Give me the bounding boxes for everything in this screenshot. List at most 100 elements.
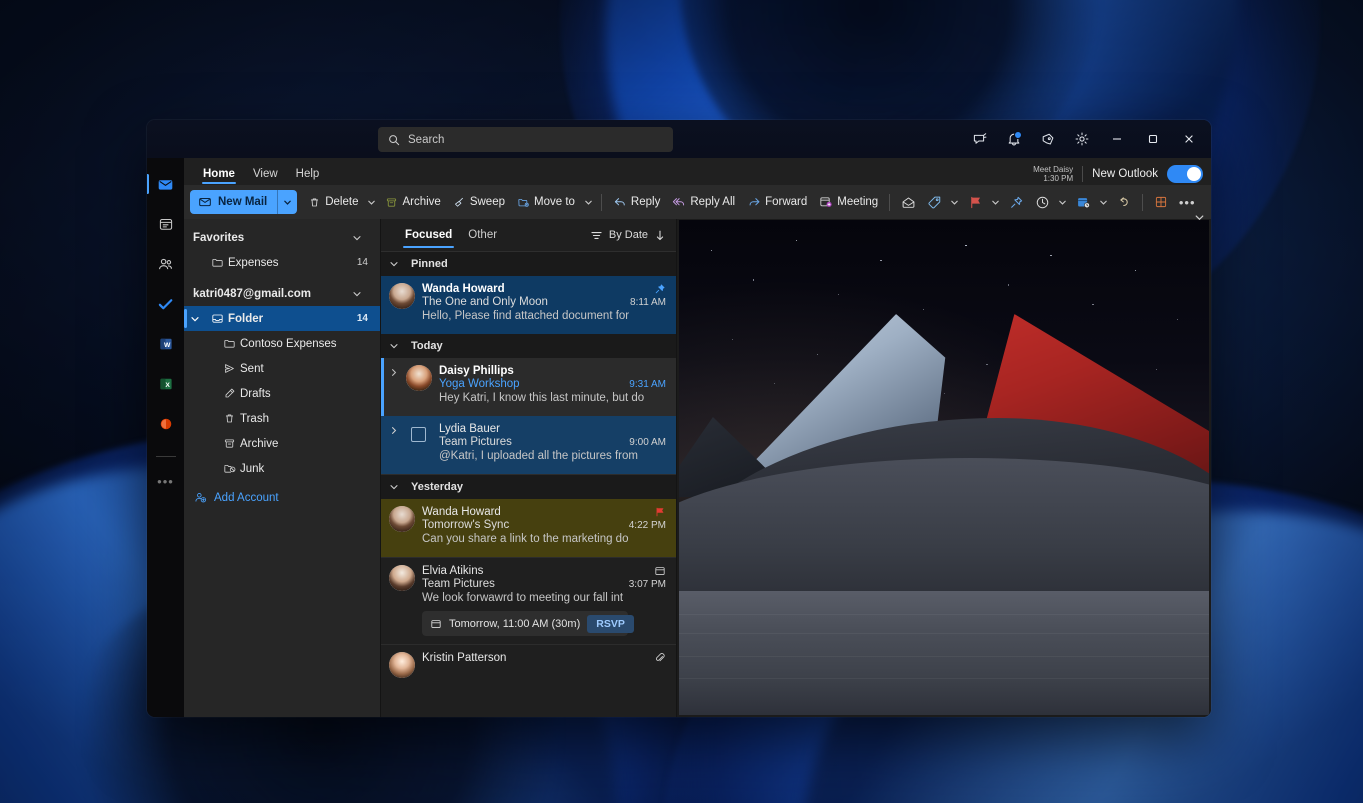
categorize-tag-icon[interactable] bbox=[922, 190, 946, 214]
meet-daisy-chip[interactable]: Meet Daisy 1:30 PM bbox=[1033, 165, 1073, 183]
group-chevron-down-icon[interactable] bbox=[389, 259, 403, 269]
tab-home[interactable]: Home bbox=[194, 168, 244, 185]
message-row-daisy-phillips-yoga[interactable]: Daisy Phillips Yoga Workshop 9:31 AM Hey… bbox=[381, 358, 676, 416]
rail-more-icon[interactable]: ••• bbox=[149, 465, 183, 497]
folder-item-trash[interactable]: Trash bbox=[184, 406, 380, 431]
settings-gear-icon[interactable] bbox=[1065, 124, 1099, 154]
pin-icon[interactable] bbox=[1004, 190, 1028, 214]
schedule-caret-icon[interactable] bbox=[1097, 198, 1110, 207]
message-row-elvia-atikins-team-pictures[interactable]: Elvia Atikins Team Pictures bbox=[381, 558, 676, 644]
archive-button[interactable]: Archive bbox=[380, 190, 445, 214]
sweep-button[interactable]: Sweep bbox=[448, 190, 510, 214]
rsvp-button[interactable]: RSVP bbox=[587, 615, 634, 633]
minimize-button[interactable] bbox=[1099, 123, 1135, 155]
message-select-checkbox[interactable] bbox=[411, 427, 426, 442]
folder-item-expenses[interactable]: Expenses 14 bbox=[184, 250, 380, 275]
group-header-today[interactable]: Today bbox=[381, 334, 676, 358]
flag-icon[interactable] bbox=[654, 506, 666, 518]
categorize-caret-icon[interactable] bbox=[948, 198, 961, 207]
notifications-bell-icon[interactable] bbox=[997, 124, 1031, 154]
snooze-clock-icon[interactable] bbox=[1030, 190, 1054, 214]
app-area: Home View Help Meet Daisy 1:30 PM New Ou… bbox=[184, 158, 1211, 717]
move-to-caret-icon[interactable] bbox=[582, 198, 595, 207]
message-row-wanda-howard-sync[interactable]: Wanda Howard Tomorrow's Sync bbox=[381, 499, 676, 557]
close-button[interactable] bbox=[1171, 123, 1207, 155]
apps-grid-icon[interactable] bbox=[1149, 190, 1173, 214]
reply-button[interactable]: Reply bbox=[608, 190, 665, 214]
favorites-chevron-down-icon[interactable] bbox=[346, 233, 368, 243]
snooze-caret-icon[interactable] bbox=[1056, 198, 1069, 207]
message-row-kristin-patterson[interactable]: Kristin Patterson bbox=[381, 645, 676, 678]
sort-descending-icon[interactable] bbox=[654, 229, 666, 242]
flag-icon[interactable] bbox=[963, 190, 987, 214]
rail-mail-icon[interactable] bbox=[149, 168, 183, 200]
rail-todo-icon[interactable] bbox=[149, 288, 183, 320]
move-to-button[interactable]: Move to bbox=[512, 190, 580, 214]
group-header-yesterday[interactable]: Yesterday bbox=[381, 475, 676, 499]
message-list[interactable]: Pinned Wanda Howard bbox=[381, 252, 676, 717]
folder-item-archive[interactable]: Archive bbox=[184, 431, 380, 456]
outlook-window: Search bbox=[147, 120, 1211, 717]
rail-calendar-icon[interactable] bbox=[149, 208, 183, 240]
more-options-icon[interactable]: ••• bbox=[1175, 190, 1199, 214]
meet-chip-time: 1:30 PM bbox=[1033, 174, 1073, 183]
sort-by-label[interactable]: By Date bbox=[609, 229, 648, 241]
rsvp-card[interactable]: Tomorrow, 11:00 AM (30m) RSVP bbox=[422, 611, 628, 636]
forward-button[interactable]: Forward bbox=[742, 190, 812, 214]
move-folder-icon bbox=[517, 196, 530, 209]
add-account-button[interactable]: Add Account bbox=[184, 481, 380, 504]
new-mail-button[interactable]: New Mail bbox=[190, 190, 297, 214]
folder-item-folder[interactable]: Folder 14 bbox=[184, 306, 380, 331]
rail-word-icon[interactable]: W bbox=[149, 328, 183, 360]
archive-label: Archive bbox=[402, 196, 440, 208]
thread-expander-chevron-right-icon[interactable] bbox=[389, 365, 399, 408]
thread-expander-chevron-right-icon[interactable] bbox=[389, 423, 399, 466]
group-chevron-down-icon[interactable] bbox=[389, 341, 403, 351]
maximize-button[interactable] bbox=[1135, 123, 1171, 155]
tab-view[interactable]: View bbox=[244, 168, 287, 185]
meeting-button[interactable]: Meeting bbox=[814, 190, 883, 214]
reading-pane[interactable] bbox=[676, 219, 1211, 717]
message-row-wanda-howard-moon[interactable]: Wanda Howard The One and Only bbox=[381, 276, 676, 334]
search-input[interactable]: Search bbox=[378, 127, 673, 152]
account-header[interactable]: katri0487@gmail.com bbox=[184, 281, 380, 306]
message-time: 8:11 AM bbox=[630, 297, 666, 308]
flag-caret-icon[interactable] bbox=[989, 198, 1002, 207]
rail-excel-icon[interactable]: X bbox=[149, 368, 183, 400]
calendar-icon bbox=[430, 618, 442, 630]
schedule-calendar-icon[interactable] bbox=[1071, 190, 1095, 214]
new-outlook-toggle[interactable] bbox=[1167, 165, 1203, 183]
rail-people-icon[interactable] bbox=[149, 248, 183, 280]
undo-icon[interactable] bbox=[1112, 190, 1136, 214]
favorites-header[interactable]: Favorites bbox=[184, 225, 380, 250]
ribbon-divider-1 bbox=[601, 194, 602, 211]
pivot-focused[interactable]: Focused bbox=[397, 219, 460, 251]
folder-item-junk[interactable]: Junk bbox=[184, 456, 380, 481]
tab-help[interactable]: Help bbox=[287, 168, 329, 185]
reply-all-button[interactable]: Reply All bbox=[667, 190, 740, 214]
message-row-lydia-bauer-team-pictures[interactable]: Lydia Bauer Team Pictures 9:00 AM @Katri… bbox=[381, 416, 676, 474]
new-mail-label: New Mail bbox=[218, 196, 267, 208]
feedback-icon[interactable] bbox=[963, 124, 997, 154]
new-mail-split-caret[interactable] bbox=[277, 190, 297, 214]
folder-expand-chevron-down-icon[interactable] bbox=[184, 314, 206, 324]
folder-item-sent[interactable]: Sent bbox=[184, 356, 380, 381]
rail-office-icon[interactable] bbox=[149, 408, 183, 440]
folder-item-contoso-expenses[interactable]: Contoso Expenses bbox=[184, 331, 380, 356]
mark-read-unread-icon[interactable] bbox=[896, 190, 920, 214]
new-mail-main[interactable]: New Mail bbox=[190, 190, 277, 214]
message-preview: Hello, Please find attached document for bbox=[422, 310, 666, 322]
message-sender: Daisy Phillips bbox=[439, 365, 514, 377]
pivot-other[interactable]: Other bbox=[460, 219, 505, 251]
message-row-top: Wanda Howard bbox=[422, 283, 666, 295]
group-chevron-down-icon[interactable] bbox=[389, 482, 403, 492]
group-header-pinned[interactable]: Pinned bbox=[381, 252, 676, 276]
pin-icon[interactable] bbox=[654, 283, 666, 295]
delete-caret-icon[interactable] bbox=[365, 198, 378, 207]
message-list-pane: Focused Other By Date bbox=[380, 219, 676, 717]
delete-button[interactable]: Delete bbox=[303, 190, 363, 214]
account-chevron-down-icon[interactable] bbox=[346, 289, 368, 299]
copilot-icon[interactable] bbox=[1031, 124, 1065, 154]
folder-item-drafts[interactable]: Drafts bbox=[184, 381, 380, 406]
filter-icon[interactable] bbox=[590, 229, 603, 242]
